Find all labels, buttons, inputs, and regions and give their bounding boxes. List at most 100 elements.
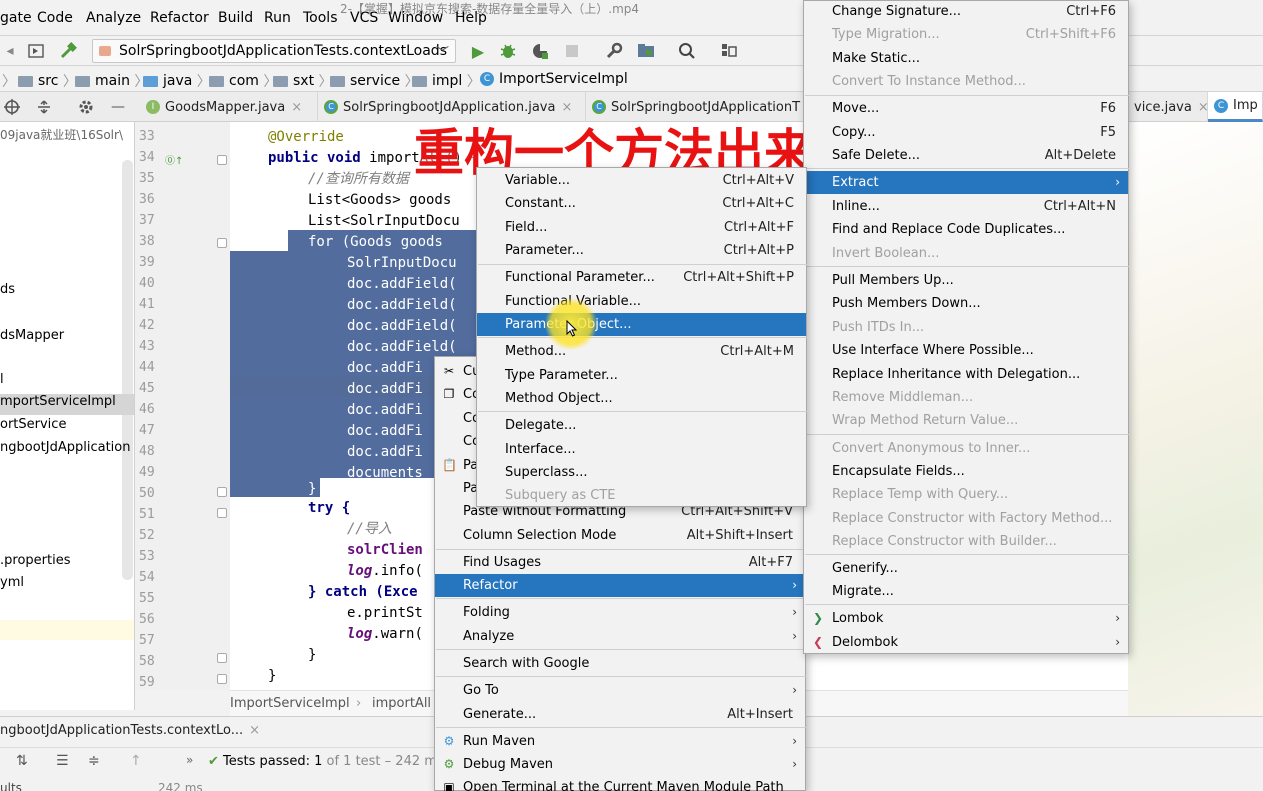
menu-item-search-with-google[interactable]: Search with Google [435,652,805,675]
fold-marker-icon[interactable] [217,155,227,165]
menu-item-extract-interface[interactable]: Interface... [477,438,806,461]
tree-item-application[interactable]: ngbootJdApplication [0,440,130,455]
menu-window[interactable]: Window [388,10,443,26]
structure-crumb-method[interactable]: importAll [372,696,431,711]
menu-item-extract-parameter-object[interactable]: Parameter Object... [477,313,806,336]
menu-item-extract-delegate[interactable]: Delegate... [477,414,806,437]
run-icon[interactable]: ▶ [468,41,488,61]
arrow-up-icon[interactable]: ↑ [130,753,142,769]
back-icon[interactable]: ◂ [0,41,20,61]
menu-item-open-terminal[interactable]: ▣ Open Terminal at the Current Maven Modu… [435,776,805,791]
fold-marker-icon[interactable] [217,674,227,684]
menu-navigate[interactable]: gate [0,10,32,26]
fold-marker-icon[interactable] [217,653,227,663]
menu-vcs[interactable]: VCS [350,10,378,26]
breadcrumb-java[interactable]: java 〉 [143,71,211,91]
breadcrumb-main[interactable]: main 〉 [75,71,148,91]
tree-item-goodsmapper[interactable]: dsMapper [0,328,64,343]
project-scrollbar[interactable] [122,160,133,580]
tab-importservice[interactable]: vice.java × [1128,92,1209,122]
menu-item-extract-variable[interactable]: Variable... Ctrl+Alt+V [477,169,806,192]
menu-item-lombok[interactable]: ❯ Lombok › [804,607,1128,630]
breadcrumb-com[interactable]: com 〉 [209,71,277,91]
menu-item-pull-members-up[interactable]: Pull Members Up... [804,269,1128,292]
project-structure-icon[interactable] [26,41,46,61]
menu-item-generify[interactable]: Generify... [804,557,1128,580]
menu-item-find-usages[interactable]: Find Usages Alt+F7 [435,551,805,574]
fold-marker-icon[interactable] [217,238,227,248]
tree-item-properties[interactable]: .properties [0,553,70,568]
breadcrumb-src[interactable]: src 〉 [18,71,77,91]
menu-item-extract-parameter[interactable]: Parameter... Ctrl+Alt+P [477,239,806,262]
structure-crumb-class[interactable]: ImportServiceImpl [230,696,350,711]
menu-item-inline[interactable]: Inline... Ctrl+Alt+N [804,195,1128,218]
fold-marker-icon[interactable] [217,508,227,518]
menu-item-extract-method-object[interactable]: Method Object... [477,387,806,410]
menu-item-extract-functional-parameter[interactable]: Functional Parameter... Ctrl+Alt+Shift+P [477,266,806,289]
presentation-icon[interactable] [719,41,739,61]
menu-item-safe-delete[interactable]: Safe Delete... Alt+Delete [804,144,1128,167]
menu-item-folding[interactable]: Folding › [435,601,805,624]
menu-item-move[interactable]: Move... F6 [804,97,1128,120]
menu-item-extract-constant[interactable]: Constant... Ctrl+Alt+C [477,192,806,215]
tree-item-importservice[interactable]: ortService [0,417,66,432]
expand-all-icon[interactable]: ☰ [56,753,69,769]
menu-item-generate[interactable]: Generate... Alt+Insert [435,703,805,726]
menu-item-push-members-down[interactable]: Push Members Down... [804,292,1128,315]
breadcrumb-service[interactable]: service 〉 [330,71,419,91]
menu-item-debug-maven[interactable]: ⚙ Debug Maven › [435,753,805,776]
menu-analyze[interactable]: Analyze [86,10,141,26]
menu-item-go-to[interactable]: Go To › [435,679,805,702]
menu-item-extract-functional-variable[interactable]: Functional Variable... [477,290,806,313]
menu-item-analyze[interactable]: Analyze › [435,625,805,648]
menu-item-make-static[interactable]: Make Static... [804,47,1128,70]
menu-item-extract-type-parameter[interactable]: Type Parameter... [477,364,806,387]
menu-run[interactable]: Run [264,10,291,26]
more-icon[interactable]: » [186,753,193,767]
menu-item-column-selection-mode[interactable]: Column Selection Mode Alt+Shift+Insert [435,524,805,547]
menu-item-refactor[interactable]: Refactor › [435,574,805,597]
sort-icon[interactable]: ⇅ [16,753,28,769]
menu-help[interactable]: Help [455,10,487,26]
menu-item-migrate[interactable]: Migrate... [804,580,1128,603]
gear-icon[interactable] [76,97,96,117]
test-results-label[interactable]: ults [0,781,22,791]
build-hammer-icon[interactable] [58,41,78,61]
tree-item-yml[interactable]: yml [0,575,24,590]
menu-item-delombok[interactable]: ❮ Delombok › [804,631,1128,654]
collapse-all-icon[interactable]: ≑ [88,753,100,769]
menu-code[interactable]: Code [37,10,73,26]
breadcrumb-sxt[interactable]: sxt 〉 [273,71,333,91]
tree-item-goods[interactable]: ds [0,282,15,297]
implements-marker-icon[interactable]: ⓪↑ [165,152,183,167]
search-icon[interactable] [677,41,697,61]
stop-icon[interactable] [562,41,582,61]
run-configuration-select[interactable]: SolrSpringbootJdApplicationTests.context… [92,39,456,63]
wrench-icon[interactable] [604,41,624,61]
tab-goodsmapper[interactable]: I GoodsMapper.java × [140,92,318,122]
close-icon[interactable]: × [291,100,302,115]
tree-item-importserviceimpl[interactable]: mportServiceImpl [0,394,134,415]
menu-refactor[interactable]: Refactor [150,10,209,26]
tab-importserviceimpl[interactable]: C Imp [1208,92,1263,122]
menu-item-extract[interactable]: Extract › [804,171,1128,194]
fold-marker-icon[interactable] [217,487,227,497]
menu-item-extract-superclass[interactable]: Superclass... [477,461,806,484]
menu-item-extract-method[interactable]: Method... Ctrl+Alt+M [477,340,806,363]
menu-item-run-maven[interactable]: ⚙ Run Maven › [435,730,805,753]
crosshair-icon[interactable] [2,97,22,117]
breadcrumb-importserviceimpl[interactable]: C ImportServiceImpl [480,71,628,87]
project-folder-icon[interactable] [636,41,656,61]
minimize-icon[interactable]: — [108,97,128,117]
menu-item-encapsulate-fields[interactable]: Encapsulate Fields... [804,460,1128,483]
collapse-all-icon[interactable] [34,97,54,117]
tree-item-impl[interactable]: l [0,372,4,387]
debug-bug-icon[interactable] [498,41,518,61]
run-tab[interactable]: ngbootJdApplicationTests.contextLo... × [0,723,260,738]
menu-item-change-signature[interactable]: Change Signature... Ctrl+F6 [804,0,1128,23]
menu-build[interactable]: Build [218,10,253,26]
menu-item-extract-field[interactable]: Field... Ctrl+Alt+F [477,216,806,239]
close-icon[interactable]: × [249,723,260,738]
menu-item-find-replace-duplicates[interactable]: Find and Replace Code Duplicates... [804,218,1128,241]
menu-item-replace-inheritance[interactable]: Replace Inheritance with Delegation... [804,363,1128,386]
